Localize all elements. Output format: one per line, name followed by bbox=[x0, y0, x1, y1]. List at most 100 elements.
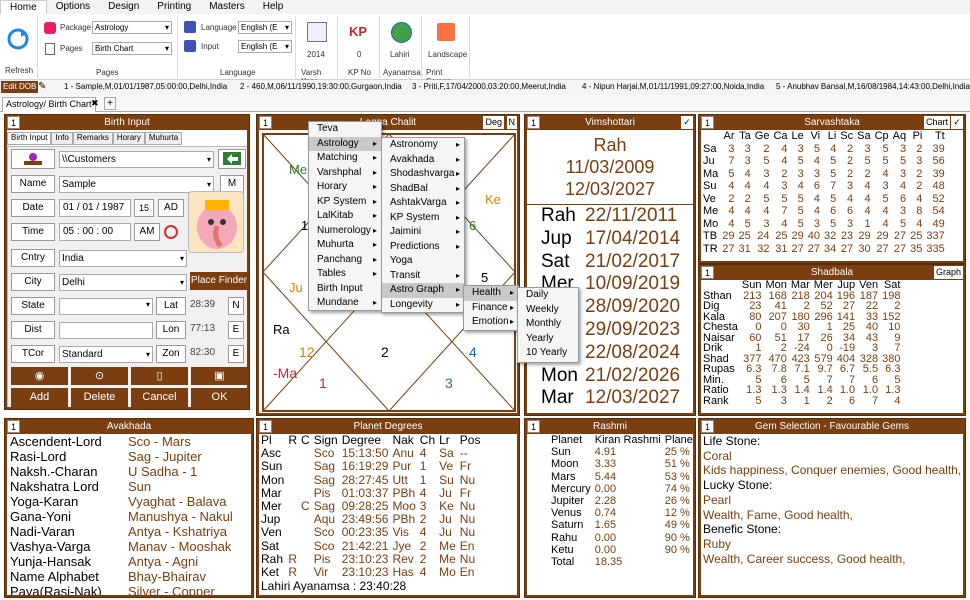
pencil-icon[interactable]: ✎ bbox=[38, 81, 46, 92]
menu-design[interactable]: Design bbox=[99, 0, 148, 14]
lat-direction[interactable]: N bbox=[228, 297, 244, 315]
house-6[interactable]: 6 bbox=[469, 218, 476, 233]
refresh-group[interactable]: Refresh bbox=[0, 16, 38, 78]
delete-button[interactable]: Delete bbox=[71, 388, 128, 407]
menu-birth-input[interactable]: Birth Input bbox=[309, 282, 381, 297]
record-5[interactable]: 5 - Anubhav Bansal,M,16/08/1984,14:43:00… bbox=[776, 82, 970, 91]
menu-options[interactable]: Options bbox=[47, 0, 99, 14]
menu-avakhada[interactable]: Avakhada bbox=[382, 153, 464, 168]
house-ma[interactable]: -Ma bbox=[273, 365, 297, 381]
menu-shodashvarga[interactable]: Shodashvarga bbox=[382, 167, 464, 182]
ok-button[interactable]: OK bbox=[191, 388, 247, 407]
language-select[interactable]: English (E bbox=[238, 21, 292, 34]
menu-weekly[interactable]: Weekly bbox=[518, 303, 578, 318]
new-doc-button[interactable]: ▯ bbox=[131, 367, 188, 385]
menu-ashtakvarga[interactable]: AshtakVarga bbox=[382, 196, 464, 211]
place-finder-button[interactable]: Place Finder bbox=[190, 272, 247, 290]
tab-remarks[interactable]: Remarks bbox=[72, 132, 113, 145]
clock-icon[interactable] bbox=[164, 225, 178, 239]
menu-transit[interactable]: Transit bbox=[382, 269, 464, 284]
menu-numerology[interactable]: Numerology bbox=[309, 224, 381, 239]
house-2[interactable]: 2 bbox=[381, 344, 389, 360]
menu-emotion[interactable]: Emotion bbox=[464, 315, 518, 330]
menu-yearly[interactable]: Yearly bbox=[518, 332, 578, 347]
record-1[interactable]: 1 - Sample,M,01/01/1987,05:00:00,Delhi,I… bbox=[64, 82, 227, 91]
new-tab-button[interactable]: + bbox=[104, 97, 116, 110]
back-arrow-icon[interactable] bbox=[218, 149, 246, 169]
menu-longevity[interactable]: Longevity bbox=[382, 298, 464, 313]
graph-button[interactable]: Graph bbox=[933, 266, 963, 279]
menu-finance[interactable]: Finance bbox=[464, 301, 518, 316]
customer-path-select[interactable]: \\Customers bbox=[59, 151, 214, 168]
dist-field[interactable] bbox=[59, 322, 153, 339]
edit-dob-button[interactable]: Edit DOB bbox=[1, 81, 39, 93]
menu-lalkitab[interactable]: LalKitab bbox=[309, 209, 381, 224]
menu-jaimini[interactable]: Jaimini bbox=[382, 225, 464, 240]
city-select[interactable]: Delhi bbox=[59, 274, 187, 291]
menu-panchang[interactable]: Panchang bbox=[309, 253, 381, 268]
menu-monthly[interactable]: Monthly bbox=[518, 317, 578, 332]
menu-health[interactable]: Health bbox=[464, 286, 518, 301]
tab-horary[interactable]: Horary bbox=[112, 132, 145, 145]
tab-muhurta[interactable]: Muhurta bbox=[144, 132, 183, 145]
tcor-select[interactable]: Standard bbox=[59, 346, 153, 363]
menu-astrology[interactable]: Astrology bbox=[309, 136, 381, 151]
menu-mundane[interactable]: Mundane bbox=[309, 296, 381, 311]
house-ra[interactable]: Ra bbox=[273, 322, 290, 337]
tab-birth-input[interactable]: Birth Input bbox=[7, 132, 52, 145]
tab-birth-chart[interactable]: Astrology/ Birth Chart bbox=[2, 97, 96, 112]
menu-printing[interactable]: Printing bbox=[148, 0, 200, 14]
menu-10-yearly[interactable]: 10 Yearly bbox=[518, 346, 578, 361]
lat-value[interactable]: 28:39 bbox=[190, 299, 215, 310]
house-me[interactable]: Me bbox=[289, 162, 307, 177]
lon-direction[interactable]: E bbox=[228, 321, 244, 339]
add-button[interactable]: Add bbox=[11, 388, 68, 407]
date-field[interactable]: 01 / 01 / 1987 bbox=[59, 199, 131, 217]
menu-predictions[interactable]: Predictions bbox=[382, 240, 464, 255]
menu-teva[interactable]: Teva bbox=[309, 122, 381, 137]
settings-button[interactable]: ⊙ bbox=[71, 367, 128, 385]
menu-astronomy[interactable]: Astronomy bbox=[382, 138, 464, 153]
menu-masters[interactable]: Masters bbox=[200, 0, 254, 14]
customers-icon[interactable] bbox=[11, 149, 55, 169]
close-tab-icon[interactable]: ✖ bbox=[91, 98, 99, 109]
zon-value[interactable]: 82:30 bbox=[190, 347, 215, 358]
vimshottari-check-icon[interactable]: ✓ bbox=[681, 116, 693, 129]
record-4[interactable]: 4 - Nipun Harjai,M,01/11/1991,09:27:00,N… bbox=[582, 82, 764, 91]
menu-tables[interactable]: Tables bbox=[309, 267, 381, 282]
pages-select[interactable]: Birth Chart bbox=[92, 42, 172, 55]
lon-value[interactable]: 77:13 bbox=[190, 323, 215, 334]
house-4[interactable]: 4 bbox=[469, 344, 477, 360]
chart-button[interactable]: Chart bbox=[923, 116, 950, 129]
menu-daily[interactable]: Daily bbox=[518, 288, 578, 303]
menu-horary[interactable]: Horary bbox=[309, 180, 381, 195]
menu-shadbal[interactable]: ShadBal bbox=[382, 182, 464, 197]
state-select[interactable] bbox=[59, 298, 153, 315]
cancel-button[interactable]: Cancel bbox=[131, 388, 188, 407]
package-select[interactable]: Astrology bbox=[92, 21, 172, 34]
menu-muhurta[interactable]: Muhurta bbox=[309, 238, 381, 253]
menu-astro-graph[interactable]: Astro Graph bbox=[382, 283, 464, 298]
house-3[interactable]: 3 bbox=[445, 375, 453, 391]
tab-info[interactable]: Info bbox=[51, 132, 73, 145]
time-field[interactable]: 05 : 00 : 00 bbox=[59, 223, 131, 241]
globe-button[interactable]: ◉ bbox=[11, 367, 68, 385]
record-2[interactable]: 2 - 460,M,06/11/1990,19:30:00,Gurgaon,In… bbox=[240, 82, 402, 91]
input-select[interactable]: English (E bbox=[238, 40, 292, 53]
menu-kp-system-sub[interactable]: KP System bbox=[382, 211, 464, 226]
ad-button[interactable]: AD bbox=[158, 199, 184, 217]
house-12[interactable]: 12 bbox=[299, 344, 315, 360]
house-ju[interactable]: Ju bbox=[289, 280, 303, 295]
menu-matching[interactable]: Matching bbox=[309, 151, 381, 166]
deg-button[interactable]: Deg bbox=[483, 116, 504, 129]
menu-kp-system[interactable]: KP System bbox=[309, 195, 381, 210]
house-ke[interactable]: Ke bbox=[485, 192, 501, 207]
menu-yoga[interactable]: Yoga bbox=[382, 254, 464, 269]
save-icon-button[interactable]: ▣ bbox=[191, 367, 247, 385]
menu-home[interactable]: Home bbox=[0, 0, 47, 14]
print-group[interactable]: Landscape Print Screen bbox=[424, 16, 470, 86]
varsh-year-group[interactable]: 2014 Varsh Year bbox=[298, 16, 338, 86]
sarvashtaka-check-icon[interactable]: ✓ bbox=[951, 116, 963, 129]
menu-help[interactable]: Help bbox=[254, 0, 293, 14]
n-button[interactable]: N bbox=[506, 116, 517, 129]
